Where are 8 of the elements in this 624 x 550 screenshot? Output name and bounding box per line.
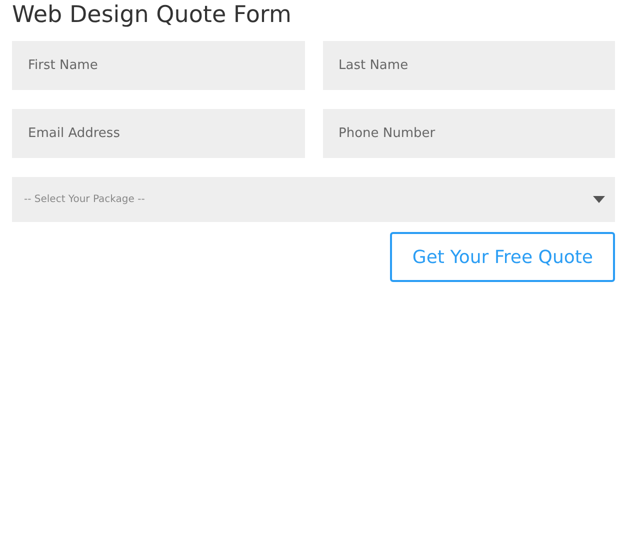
text-field[interactable]: Email Address xyxy=(12,109,304,158)
submit-button[interactable]: Get Your Free Quote xyxy=(390,232,615,282)
form-title: Web Design Quote Form xyxy=(12,1,292,30)
caret-icon xyxy=(593,196,605,203)
text-field[interactable]: First Name xyxy=(12,41,304,90)
text-field[interactable]: Last Name xyxy=(322,41,615,90)
text-field[interactable]: Phone Number xyxy=(322,109,615,158)
package-dropdown[interactable]: -- Select Your Package -- xyxy=(12,177,615,222)
